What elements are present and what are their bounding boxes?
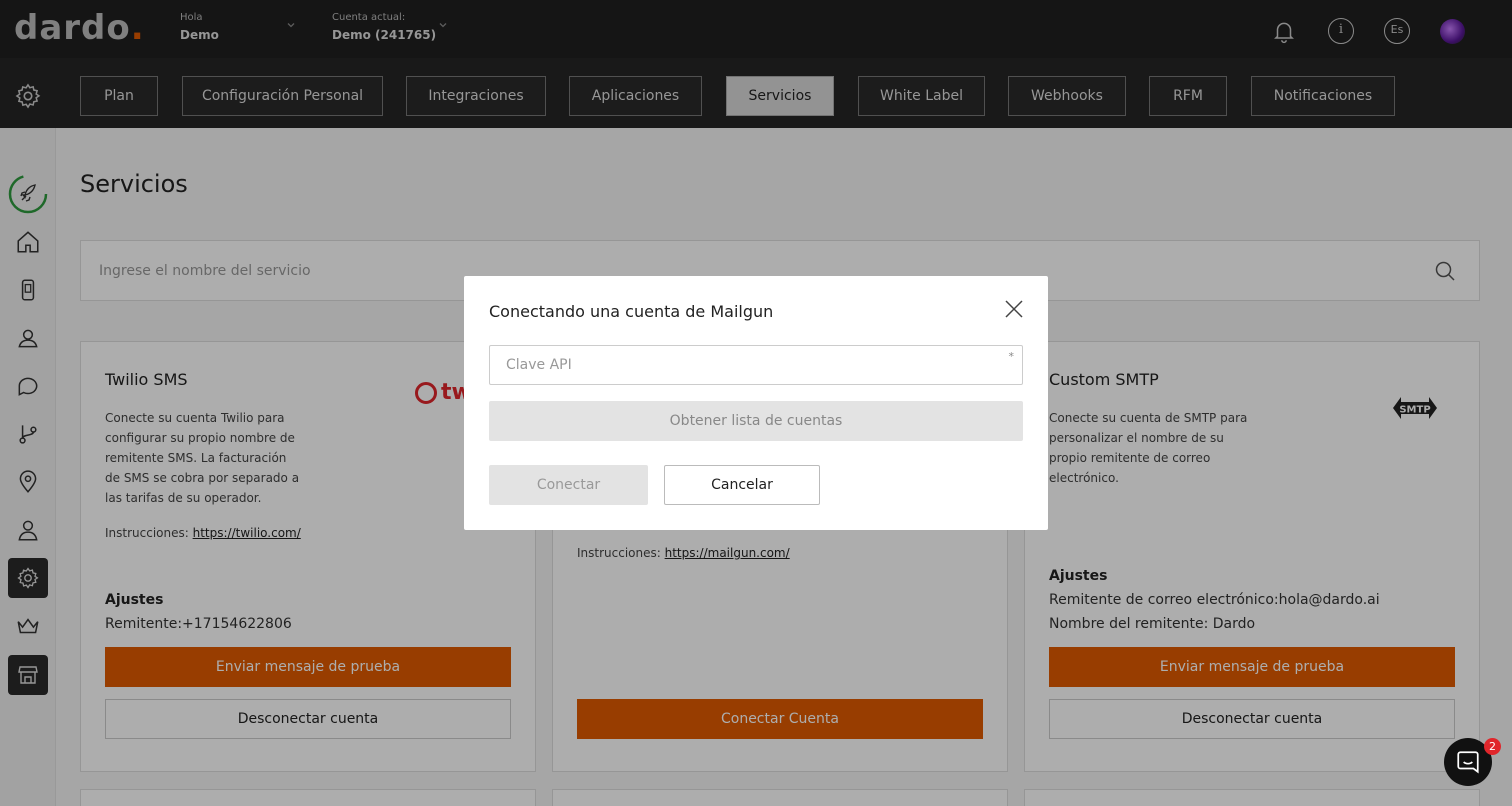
- modal-title: Conectando una cuenta de Mailgun: [489, 302, 774, 321]
- cancel-button[interactable]: Cancelar: [664, 465, 820, 505]
- mailgun-connect-modal: Conectando una cuenta de Mailgun * Obten…: [464, 276, 1048, 530]
- required-mark: *: [1008, 350, 1015, 363]
- get-accounts-button[interactable]: Obtener lista de cuentas: [489, 401, 1023, 441]
- close-icon[interactable]: [1004, 299, 1024, 319]
- api-key-input[interactable]: [490, 346, 1022, 384]
- chat-bubble-icon: [1457, 751, 1479, 774]
- connect-button[interactable]: Conectar: [489, 465, 648, 505]
- chat-unread-badge: 2: [1484, 738, 1501, 755]
- api-key-field[interactable]: *: [489, 345, 1023, 385]
